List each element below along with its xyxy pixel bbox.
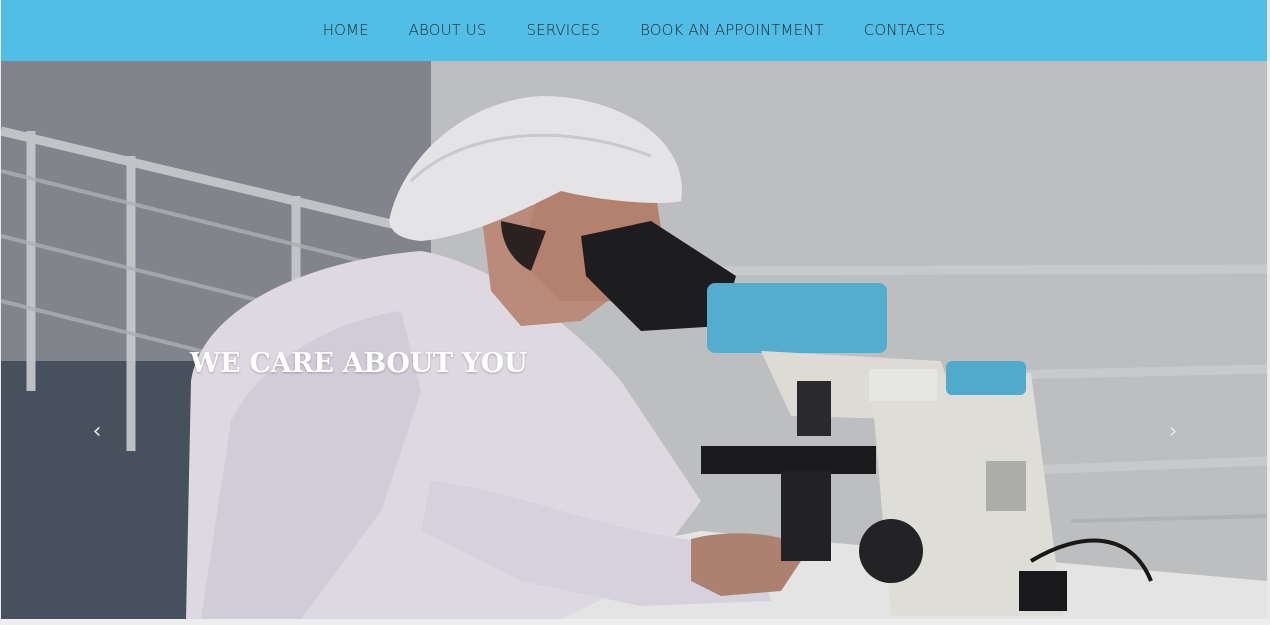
chevron-left-icon: ‹ — [92, 419, 102, 444]
nav-link-services[interactable]: SERVICES — [507, 0, 621, 61]
nav-item-contacts: CONTACTS — [844, 0, 965, 61]
hero-image — [1, 61, 1267, 619]
carousel-next-button[interactable]: › — [1159, 418, 1187, 446]
top-navbar: HOME ABOUT US SERVICES BOOK AN APPOINTME… — [1, 0, 1267, 61]
hero-carousel: ‹ › — [1, 61, 1267, 619]
nav-link-contacts[interactable]: CONTACTS — [844, 0, 965, 61]
page-bottom-strip — [0, 619, 1270, 625]
nav-link-about-us[interactable]: ABOUT US — [389, 0, 507, 61]
nav-item-home: HOME — [303, 0, 389, 61]
nav-item-book: BOOK AN APPOINTMENT — [620, 0, 844, 61]
nav-link-home[interactable]: HOME — [303, 0, 389, 61]
carousel-prev-button[interactable]: ‹ — [83, 418, 111, 446]
hero-title: WE CARE ABOUT YOU — [190, 348, 528, 379]
nav-item-services: SERVICES — [507, 0, 621, 61]
chevron-right-icon: › — [1168, 419, 1178, 444]
nav-menu: HOME ABOUT US SERVICES BOOK AN APPOINTME… — [303, 0, 965, 61]
nav-link-book-appointment[interactable]: BOOK AN APPOINTMENT — [620, 0, 844, 61]
nav-item-about: ABOUT US — [389, 0, 507, 61]
